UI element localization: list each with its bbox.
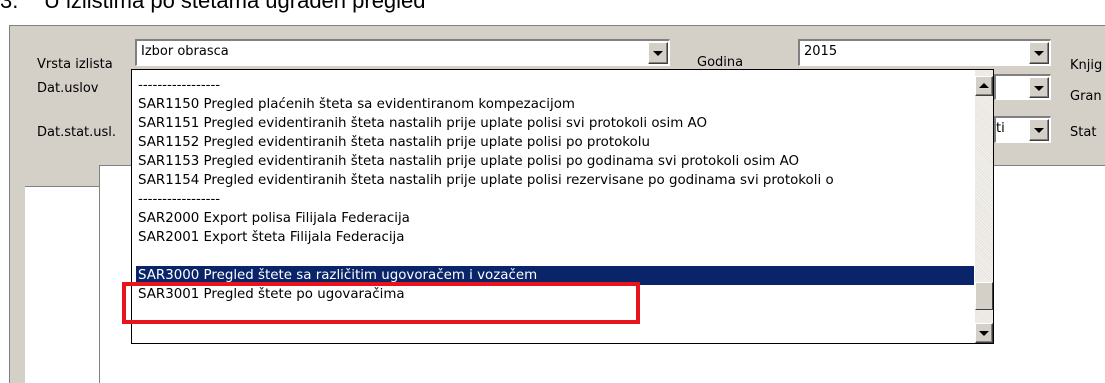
scroll-down-button[interactable] bbox=[975, 323, 993, 343]
chevron-down-icon bbox=[653, 51, 663, 56]
dropdown-item[interactable]: ----------------- bbox=[136, 76, 974, 95]
stat-label: Stat bbox=[1070, 125, 1097, 140]
annotation-highlight-box bbox=[122, 282, 640, 324]
chevron-down-icon bbox=[979, 331, 989, 336]
scroll-thumb[interactable] bbox=[975, 282, 993, 310]
knjig-label: Knjig bbox=[1070, 58, 1103, 73]
gran-label: Gran bbox=[1070, 89, 1102, 104]
dropdown-item[interactable]: SAR1150 Pregled plaćenih šteta sa eviden… bbox=[136, 95, 974, 114]
chevron-down-icon bbox=[1034, 51, 1044, 56]
grid-row-header-column bbox=[25, 187, 100, 383]
chevron-down-icon bbox=[1034, 85, 1044, 91]
stat-combo-value: ti bbox=[996, 121, 1005, 136]
chevron-down-icon bbox=[1034, 128, 1044, 133]
dropdown-items: ----------------- SAR1150 Pregled plaćeni… bbox=[136, 76, 974, 304]
dropdown-item[interactable]: ----------------- bbox=[136, 190, 974, 209]
dat-uslov-dropdown-button[interactable] bbox=[1029, 77, 1049, 98]
dropdown-item[interactable]: SAR2000 Export polisa Filijala Federacij… bbox=[136, 209, 974, 228]
godina-value: 2015 bbox=[804, 44, 838, 59]
godina-label: Godina bbox=[697, 55, 744, 70]
dropdown-item[interactable]: SAR1151 Pregled evidentiranih šteta nast… bbox=[136, 114, 974, 133]
grid-header-cell bbox=[25, 165, 100, 187]
dropdown-item[interactable]: SAR1153 Pregled evidentiranih šteta nast… bbox=[136, 152, 974, 171]
godina-combo[interactable]: 2015 bbox=[798, 39, 1051, 66]
page-heading: 3. U izlistima po štetama ugrađen pregled bbox=[0, 0, 426, 14]
dropdown-item[interactable]: SAR1152 Pregled evidentiranih šteta nast… bbox=[136, 133, 974, 152]
vrsta-izlista-label: Vrsta izlista bbox=[37, 57, 113, 72]
godina-dropdown-button[interactable] bbox=[1029, 42, 1049, 64]
dat-uslov-combo-right[interactable] bbox=[994, 74, 1051, 100]
stat-dropdown-button[interactable] bbox=[1029, 119, 1049, 141]
dat-uslov-label: Dat.uslov bbox=[37, 81, 99, 96]
chevron-up-icon bbox=[979, 83, 989, 88]
vrsta-izlista-value: Izbor obrasca bbox=[141, 44, 229, 59]
dat-stat-usl-label: Dat.stat.usl. bbox=[37, 125, 117, 140]
dropdown-item[interactable]: SAR2001 Export šteta Filijala Federacija bbox=[136, 228, 974, 247]
dropdown-scrollbar[interactable] bbox=[975, 70, 993, 343]
vrsta-dropdown-button[interactable] bbox=[648, 42, 668, 64]
dropdown-item[interactable]: SAR1154 Pregled evidentiranih šteta nast… bbox=[136, 171, 974, 190]
heading-text: U izlistima po štetama ugrađen pregled bbox=[44, 0, 426, 13]
stat-combo[interactable]: ti bbox=[994, 116, 1051, 143]
dropdown-item[interactable] bbox=[136, 247, 974, 266]
vrsta-izlista-combo[interactable]: Izbor obrasca bbox=[135, 39, 670, 66]
heading-number: 3. bbox=[0, 0, 19, 13]
scroll-up-button[interactable] bbox=[975, 76, 993, 96]
